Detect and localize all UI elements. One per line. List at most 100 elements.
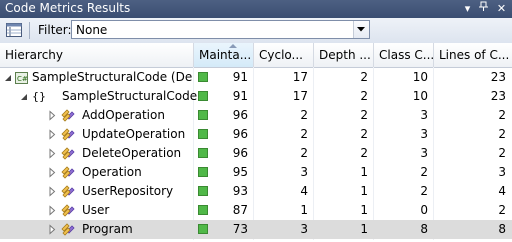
row-name: SampleStructuralCode: [62, 89, 198, 103]
close-icon[interactable]: ✕: [494, 1, 509, 16]
expand-arrow-icon[interactable]: [48, 182, 58, 201]
coupling-value: 3: [420, 108, 428, 122]
coupling-value: 0: [420, 203, 428, 217]
depth-value: 1: [360, 165, 368, 179]
depth-value: 1: [360, 222, 368, 236]
lines-value: 3: [498, 165, 506, 179]
window-title-bar: Code Metrics Results ▾ ✕: [0, 0, 512, 18]
dropdown-arrow-icon[interactable]: ▾: [460, 1, 475, 16]
depth-value: 1: [360, 203, 368, 217]
maintainability-value: 96: [232, 146, 248, 160]
depth-value: 2: [360, 108, 368, 122]
row-name: User: [82, 203, 110, 217]
chevron-down-icon[interactable]: [353, 21, 369, 38]
row-name: Program: [82, 222, 133, 236]
table-row[interactable]: Operation 95 3 1 2 3: [0, 163, 512, 182]
expand-arrow-icon[interactable]: [48, 163, 58, 182]
column-header-class-coupling[interactable]: Class C...: [374, 43, 434, 67]
class-icon: [60, 108, 76, 124]
cyclomatic-value: 3: [300, 222, 308, 236]
maintainability-value: 91: [232, 70, 248, 84]
cyclomatic-value: 17: [292, 70, 308, 84]
maintainability-value: 87: [232, 203, 248, 217]
depth-value: 1: [360, 184, 368, 198]
pin-icon[interactable]: [476, 1, 491, 16]
maintainability-rating-icon: [198, 129, 208, 139]
maintainability-value: 95: [232, 165, 248, 179]
depth-value: 2: [360, 127, 368, 141]
maintainability-rating-icon: [198, 224, 208, 234]
lines-value: 23: [490, 89, 506, 103]
maintainability-value: 96: [232, 108, 248, 122]
lines-value: 2: [498, 127, 506, 141]
toolbar-separator: [29, 22, 30, 39]
expand-arrow-icon[interactable]: [48, 106, 58, 125]
table-row[interactable]: {} SampleStructuralCode 91 17 2 10 23: [0, 87, 512, 106]
column-settings-icon[interactable]: [5, 21, 23, 39]
coupling-value: 8: [420, 222, 428, 236]
expand-arrow-icon[interactable]: [48, 125, 58, 144]
depth-value: 2: [360, 89, 368, 103]
table-row[interactable]: DeleteOperation 96 2 2 3 2: [0, 144, 512, 163]
table-row[interactable]: UserRepository 93 4 1 2 4: [0, 182, 512, 201]
column-header-depth-of-inheritance[interactable]: Depth ...: [314, 43, 374, 67]
column-header-cyclomatic[interactable]: Cyclo...: [254, 43, 314, 67]
class-icon: [60, 222, 76, 238]
maintainability-rating-icon: [198, 148, 208, 158]
lines-value: 2: [498, 108, 506, 122]
lines-value: 2: [498, 203, 506, 217]
cyclomatic-value: 2: [300, 108, 308, 122]
table-row[interactable]: User 87 1 1 0 2: [0, 201, 512, 220]
coupling-value: 10: [412, 70, 428, 84]
depth-value: 2: [360, 146, 368, 160]
maintainability-value: 93: [232, 184, 248, 198]
cyclomatic-value: 2: [300, 127, 308, 141]
filter-dropdown[interactable]: None: [71, 20, 370, 39]
expand-arrow-icon[interactable]: [48, 144, 58, 163]
maintainability-value: 96: [232, 127, 248, 141]
namespace-icon: {}: [32, 90, 46, 103]
cyclomatic-value: 3: [300, 165, 308, 179]
maintainability-value: 91: [232, 89, 248, 103]
coupling-value: 10: [412, 89, 428, 103]
table-row[interactable]: AddOperation 96 2 2 3 2: [0, 106, 512, 125]
class-icon: [60, 165, 76, 181]
class-icon: [60, 146, 76, 162]
collapse-arrow-icon[interactable]: [20, 87, 30, 106]
filter-value: None: [76, 23, 108, 37]
expand-arrow-icon[interactable]: [48, 220, 58, 239]
lines-value: 4: [498, 184, 506, 198]
class-icon: [60, 184, 76, 200]
lines-value: 8: [498, 222, 506, 236]
maintainability-rating-icon: [198, 205, 208, 215]
table-row[interactable]: UpdateOperation 96 2 2 3 2: [0, 125, 512, 144]
coupling-value: 2: [420, 165, 428, 179]
expand-arrow-icon[interactable]: [48, 201, 58, 220]
filter-label: Filter:: [38, 23, 72, 37]
cyclomatic-value: 1: [300, 203, 308, 217]
collapse-arrow-icon[interactable]: [4, 68, 14, 87]
depth-value: 2: [360, 70, 368, 84]
assembly-icon: C#: [14, 70, 30, 86]
maintainability-rating-icon: [198, 186, 208, 196]
cyclomatic-value: 4: [300, 184, 308, 198]
table-row[interactable]: Program 73 3 1 8 8: [0, 220, 512, 239]
window-title: Code Metrics Results: [5, 1, 131, 15]
column-header-lines-of-code[interactable]: Lines of C...: [434, 43, 512, 67]
class-icon: [60, 203, 76, 219]
coupling-value: 2: [420, 184, 428, 198]
lines-value: 2: [498, 146, 506, 160]
table-row[interactable]: C# SampleStructuralCode (Debu 91 17 2 10…: [0, 68, 512, 87]
coupling-value: 3: [420, 146, 428, 160]
row-name: DeleteOperation: [82, 146, 182, 160]
maintainability-rating-icon: [198, 110, 208, 120]
cyclomatic-value: 2: [300, 146, 308, 160]
column-header-hierarchy[interactable]: Hierarchy: [0, 43, 194, 67]
filter-toolbar: Filter: None: [0, 18, 512, 44]
lines-value: 23: [490, 70, 506, 84]
row-name: SampleStructuralCode (Debu: [32, 70, 193, 84]
class-icon: [60, 127, 76, 143]
row-name: Operation: [82, 165, 142, 179]
column-header-row: Hierarchy Mainta... Cyclo... Depth ... C…: [0, 43, 512, 68]
column-header-maintainability[interactable]: Mainta...: [194, 43, 254, 67]
